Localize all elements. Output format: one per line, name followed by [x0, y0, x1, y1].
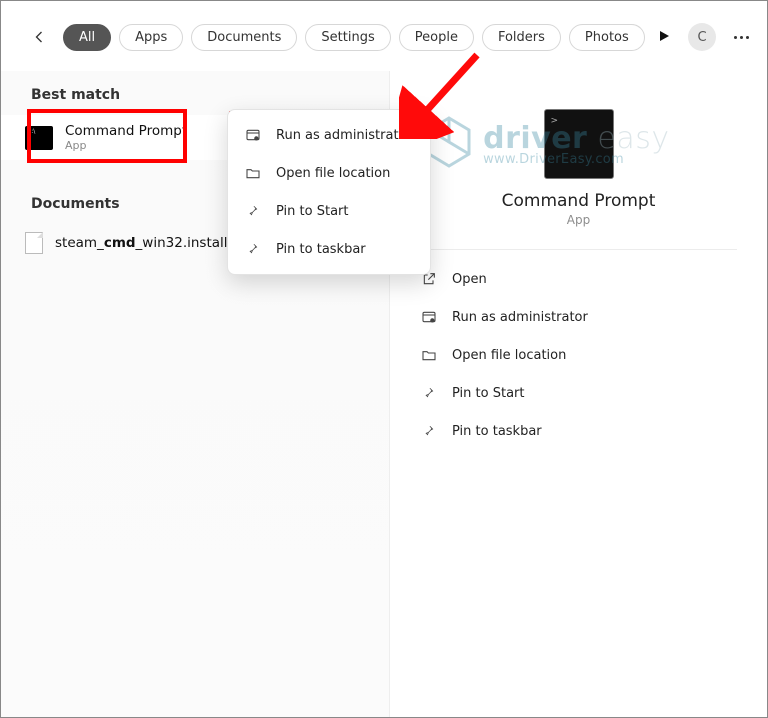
context-item-run-as-admin[interactable]: Run as administrator [228, 116, 430, 154]
filter-pills: All Apps Documents Settings People Folde… [63, 24, 645, 51]
preview-action-open-location[interactable]: Open file location [410, 338, 747, 372]
pin-icon [420, 422, 438, 440]
pin-icon [244, 240, 262, 258]
context-item-open-location[interactable]: Open file location [228, 154, 430, 192]
document-filename: steam_cmd_win32.installed [55, 235, 244, 251]
pin-icon [420, 384, 438, 402]
command-prompt-icon [25, 126, 53, 150]
preview-header: Command Prompt App [390, 71, 767, 227]
document-filename-match: cmd [104, 235, 136, 251]
filter-pill-settings[interactable]: Settings [305, 24, 390, 51]
context-item-pin-start[interactable]: Pin to Start [228, 192, 430, 230]
document-filename-prefix: steam_ [55, 235, 104, 251]
admin-window-icon [244, 126, 262, 144]
top-bar: All Apps Documents Settings People Folde… [1, 1, 767, 67]
result-title: Command Prompt [65, 123, 187, 139]
filter-pill-documents[interactable]: Documents [191, 24, 297, 51]
preview-action-open[interactable]: Open [410, 262, 747, 296]
folder-icon [244, 164, 262, 182]
context-item-pin-taskbar[interactable]: Pin to taskbar [228, 230, 430, 268]
pin-icon [244, 202, 262, 220]
result-subtitle: App [65, 139, 187, 152]
preview-subtitle: App [567, 213, 590, 227]
top-right-controls: C [658, 23, 749, 51]
context-item-label: Run as administrator [276, 128, 412, 143]
admin-window-icon [420, 308, 438, 326]
preview-action-label: Run as administrator [452, 310, 588, 325]
preview-actions: Open Run as administrator Open file loca… [390, 262, 767, 448]
preview-action-label: Pin to Start [452, 386, 524, 401]
context-item-label: Open file location [276, 166, 390, 181]
back-arrow-icon [29, 27, 49, 47]
context-menu: Run as administrator Open file location … [227, 109, 431, 275]
preview-title: Command Prompt [502, 191, 656, 211]
filter-pill-apps[interactable]: Apps [119, 24, 183, 51]
filter-pill-folders[interactable]: Folders [482, 24, 561, 51]
preview-column: Command Prompt App Open Run as administr… [389, 71, 767, 717]
preview-action-pin-start[interactable]: Pin to Start [410, 376, 747, 410]
result-text-block: Command Prompt App [65, 123, 187, 152]
filter-pill-people[interactable]: People [399, 24, 474, 51]
more-options-icon[interactable] [734, 36, 749, 39]
preview-app-icon [544, 109, 614, 179]
preview-action-label: Pin to taskbar [452, 424, 542, 439]
folder-icon [420, 346, 438, 364]
preview-action-pin-taskbar[interactable]: Pin to taskbar [410, 414, 747, 448]
filter-pill-all[interactable]: All [63, 24, 111, 51]
document-file-icon [25, 232, 43, 254]
back-button[interactable] [23, 21, 55, 53]
filter-pill-photos[interactable]: Photos [569, 24, 645, 51]
preview-action-label: Open [452, 272, 487, 287]
user-avatar[interactable]: C [688, 23, 716, 51]
context-item-label: Pin to taskbar [276, 242, 366, 257]
preview-action-label: Open file location [452, 348, 566, 363]
play-icon[interactable] [658, 30, 670, 45]
preview-divider [420, 249, 737, 250]
context-item-label: Pin to Start [276, 204, 348, 219]
preview-action-run-as-admin[interactable]: Run as administrator [410, 300, 747, 334]
